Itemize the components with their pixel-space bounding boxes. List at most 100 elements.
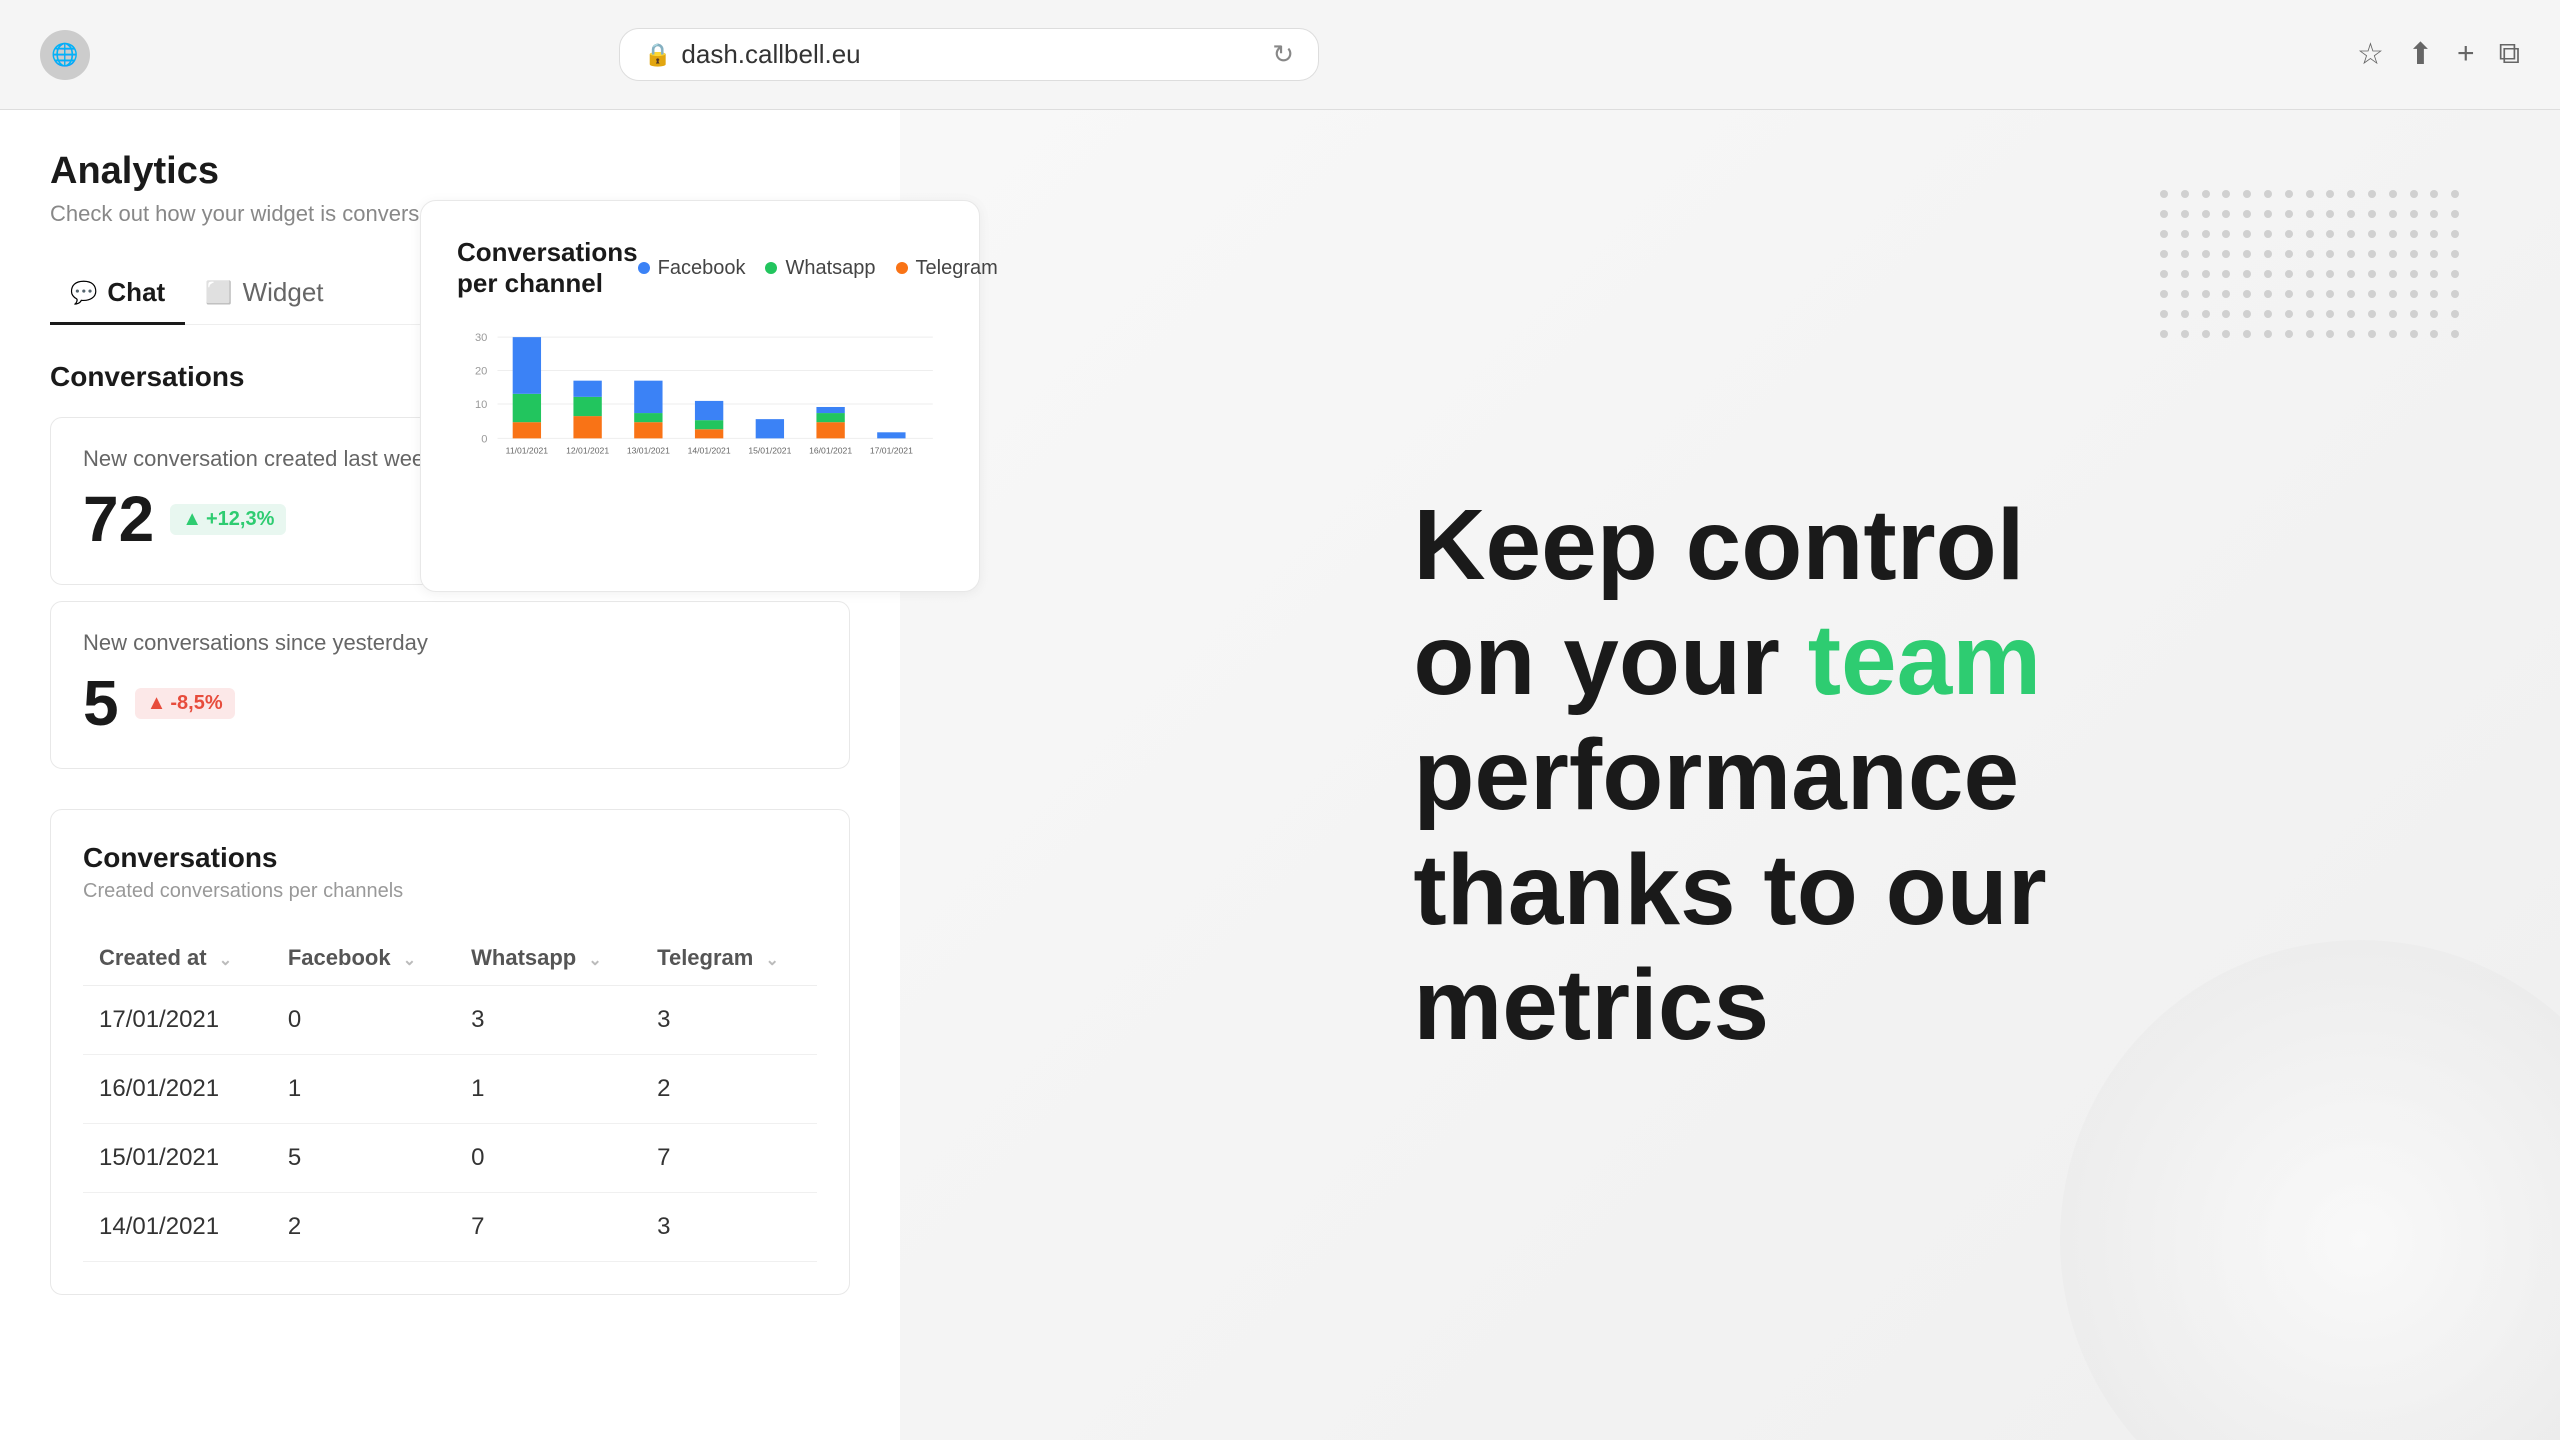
decoration-dot: [2410, 190, 2418, 198]
decoration-dot: [2389, 310, 2397, 318]
bookmark-icon[interactable]: ☆: [2357, 37, 2384, 72]
svg-text:17/01/2021: 17/01/2021: [870, 446, 913, 456]
main-container: Analytics Check out how your widget is c…: [0, 110, 2560, 1440]
url-text: dash.callbell.eu: [681, 39, 860, 70]
cell-created_at-2: 15/01/2021: [83, 1124, 272, 1193]
decoration-dot: [2347, 330, 2355, 338]
tab-chat-label: Chat: [107, 277, 165, 308]
decoration-dot: [2368, 270, 2376, 278]
cell-facebook-0: 0: [272, 986, 455, 1055]
decoration-dot: [2410, 270, 2418, 278]
decoration-dot: [2160, 310, 2168, 318]
col-facebook[interactable]: Facebook ⌄: [272, 931, 455, 986]
chart-legend: Facebook Whatsapp Telegram: [638, 257, 998, 280]
legend-telegram: Telegram: [896, 257, 998, 280]
cell-created_at-0: 17/01/2021: [83, 986, 272, 1055]
decoration-dot: [2243, 270, 2251, 278]
decoration-dot: [2160, 270, 2168, 278]
decoration-dot: [2264, 330, 2272, 338]
decoration-dot: [2347, 210, 2355, 218]
decoration-dot: [2243, 190, 2251, 198]
legend-dot-telegram: [896, 262, 908, 274]
decoration-dot: [2451, 250, 2459, 258]
col-created-at[interactable]: Created at ⌄: [83, 931, 272, 986]
table-section: Conversations Created conversations per …: [50, 809, 850, 1295]
hero-text: Keep control on your team performance th…: [1413, 488, 2046, 1063]
decoration-dot: [2264, 190, 2272, 198]
decoration-dot: [2181, 250, 2189, 258]
sort-icon-telegram: ⌄: [765, 952, 778, 969]
decoration-dot: [2326, 230, 2334, 238]
table-section-title: Conversations: [83, 842, 817, 874]
badge-text-12: +12,3%: [206, 508, 274, 531]
widget-tab-icon: ⬜: [205, 280, 232, 306]
hero-performance: performance: [1413, 719, 2019, 831]
decoration-dot: [2347, 230, 2355, 238]
dots-grid: [2160, 190, 2460, 338]
decoration-dot: [2389, 270, 2397, 278]
badge-negative-8: ▲ -8,5%: [135, 688, 235, 719]
decoration-dot: [2389, 210, 2397, 218]
sort-icon-facebook: ⌄: [403, 952, 416, 969]
decoration-dot: [2326, 190, 2334, 198]
decoration-dot: [2326, 330, 2334, 338]
hero-line-1: Keep control: [1413, 488, 2046, 603]
svg-text:12/01/2021: 12/01/2021: [566, 446, 609, 456]
decoration-dot: [2264, 270, 2272, 278]
col-whatsapp[interactable]: Whatsapp ⌄: [455, 931, 641, 986]
address-bar[interactable]: 🔒 dash.callbell.eu ↻: [619, 28, 1319, 81]
decoration-dot: [2202, 210, 2210, 218]
share-icon[interactable]: ⬆: [2408, 37, 2433, 72]
reload-icon[interactable]: ↻: [1272, 39, 1294, 70]
decoration-dot: [2243, 330, 2251, 338]
stat-value-5: 5: [83, 666, 119, 740]
decoration-dot: [2389, 330, 2397, 338]
bar-whatsapp-2: [634, 413, 662, 422]
dots-decoration: [2160, 190, 2460, 390]
decoration-dot: [2451, 210, 2459, 218]
decoration-dot: [2243, 290, 2251, 298]
decoration-dot: [2222, 330, 2230, 338]
decoration-dot: [2306, 330, 2314, 338]
decoration-dot: [2264, 250, 2272, 258]
stat-card-yesterday-title: New conversations since yesterday: [83, 630, 817, 656]
decoration-dot: [2243, 250, 2251, 258]
decoration-dot: [2222, 230, 2230, 238]
table-row: 16/01/2021112: [83, 1055, 817, 1124]
decoration-dot: [2202, 230, 2210, 238]
bar-whatsapp-1: [573, 397, 601, 416]
add-tab-icon[interactable]: +: [2457, 37, 2475, 72]
lock-icon: 🔒: [644, 42, 671, 68]
svg-text:14/01/2021: 14/01/2021: [688, 446, 731, 456]
decoration-dot: [2368, 250, 2376, 258]
tab-chat[interactable]: 💬 Chat: [50, 263, 185, 325]
hero-on-your: on your: [1413, 604, 1807, 716]
decoration-dot: [2181, 230, 2189, 238]
decoration-dot: [2430, 270, 2438, 278]
decoration-dot: [2326, 250, 2334, 258]
decoration-dot: [2389, 190, 2397, 198]
sort-icon-created-at: ⌄: [219, 952, 232, 969]
decoration-dot: [2306, 270, 2314, 278]
cell-facebook-2: 5: [272, 1124, 455, 1193]
cell-whatsapp-3: 7: [455, 1193, 641, 1262]
hero-metrics: metrics: [1413, 949, 1769, 1061]
decoration-dot: [2326, 270, 2334, 278]
decoration-dot: [2451, 230, 2459, 238]
col-telegram[interactable]: Telegram ⌄: [641, 931, 817, 986]
hero-keep-control: Keep control: [1413, 489, 2024, 601]
bar-telegram-3: [695, 429, 723, 438]
browser-chrome: 🌐 🔒 dash.callbell.eu ↻ ☆ ⬆ + ⧉: [0, 0, 2560, 110]
decoration-dot: [2285, 210, 2293, 218]
decoration-dot: [2181, 310, 2189, 318]
stat-value-72: 72: [83, 482, 154, 556]
cell-telegram-2: 7: [641, 1124, 817, 1193]
decoration-dot: [2326, 290, 2334, 298]
decoration-dot: [2160, 190, 2168, 198]
bar-facebook-3: [695, 401, 723, 420]
decoration-dot: [2410, 330, 2418, 338]
decoration-dot: [2306, 290, 2314, 298]
tabs-icon[interactable]: ⧉: [2499, 37, 2520, 72]
tab-widget[interactable]: ⬜ Widget: [185, 263, 343, 325]
decoration-dot: [2222, 270, 2230, 278]
